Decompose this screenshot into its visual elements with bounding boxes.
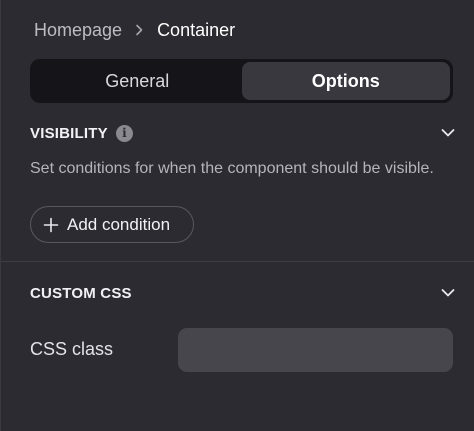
breadcrumb: Homepage Container	[34, 18, 235, 42]
tab-general[interactable]: General	[33, 62, 242, 100]
chevron-down-icon[interactable]	[440, 125, 456, 141]
chevron-right-icon	[135, 24, 143, 36]
visibility-description: Set conditions for when the component sh…	[30, 160, 434, 177]
custom-css-section-header[interactable]: CUSTOM CSS	[30, 281, 456, 305]
breadcrumb-home[interactable]: Homepage	[34, 20, 122, 41]
plus-icon	[43, 217, 59, 232]
css-class-input[interactable]	[178, 328, 453, 372]
visibility-section-header[interactable]: VISIBILITY i	[30, 121, 456, 145]
add-condition-label: Add condition	[67, 214, 171, 234]
css-class-label: CSS class	[30, 339, 114, 359]
breadcrumb-current: Container	[157, 19, 236, 40]
tab-options[interactable]: Options	[241, 62, 450, 100]
section-divider	[1, 261, 474, 262]
chevron-down-icon[interactable]	[440, 285, 456, 301]
add-condition-button[interactable]: Add condition	[30, 206, 194, 243]
info-icon[interactable]: i	[115, 124, 133, 142]
visibility-section-title: VISIBILITY	[30, 124, 108, 142]
properties-panel: Homepage Container General Options VISIB…	[0, 0, 474, 431]
custom-css-section-title: CUSTOM CSS	[30, 284, 132, 302]
tab-switcher: General Options	[30, 59, 453, 103]
